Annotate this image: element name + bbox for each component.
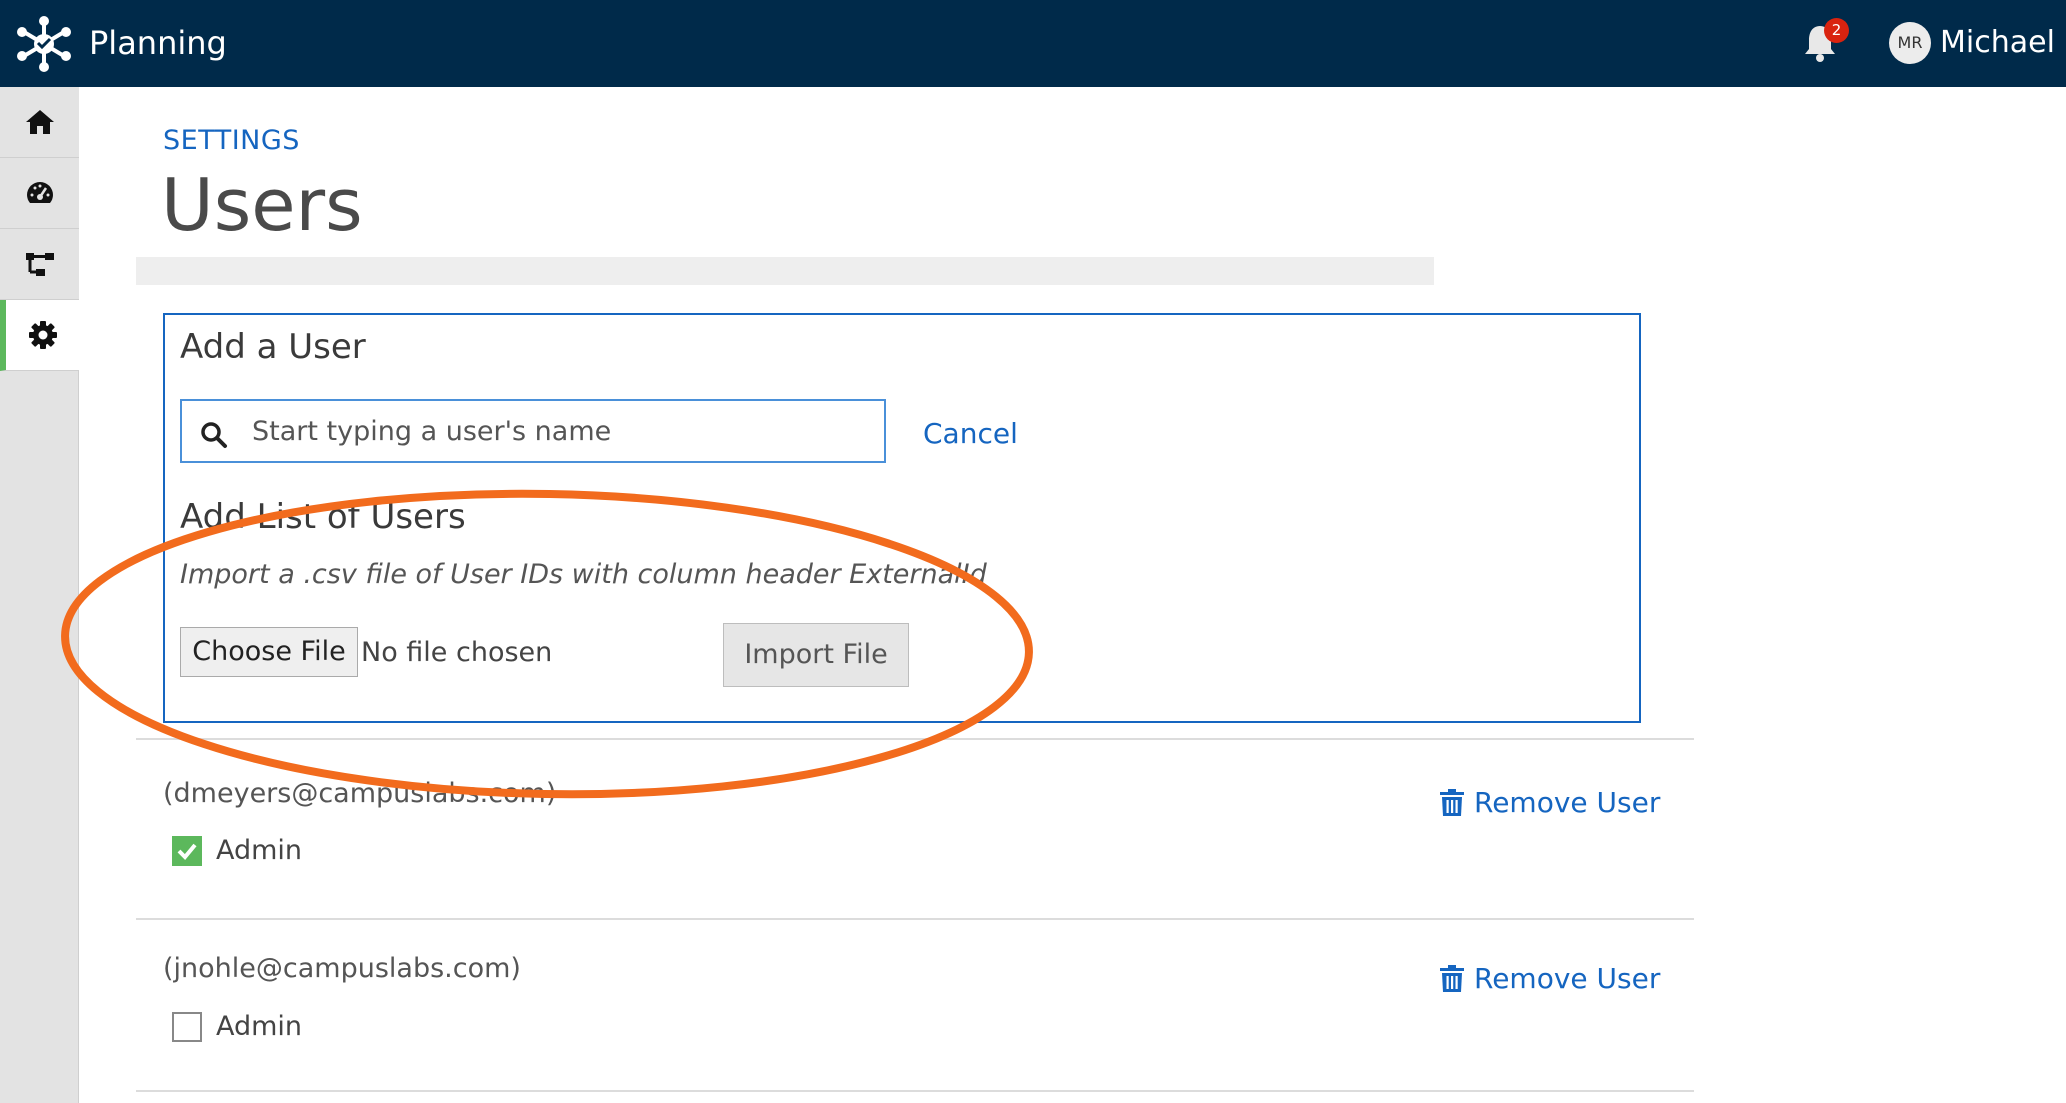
import-helper-text: Import a .csv file of User IDs with colu… bbox=[180, 559, 987, 590]
divider bbox=[136, 1090, 1694, 1092]
user-search-box[interactable] bbox=[180, 399, 886, 463]
top-navigation-bar: Planning 2 MR Michael bbox=[0, 0, 2066, 87]
user-menu-name[interactable]: Michael bbox=[1940, 20, 2055, 66]
app-title[interactable]: Planning bbox=[89, 21, 227, 65]
admin-checkbox[interactable] bbox=[172, 835, 202, 866]
trash-icon bbox=[1440, 788, 1464, 816]
admin-checkbox-row[interactable]: Admin bbox=[172, 835, 302, 866]
divider bbox=[136, 918, 1694, 920]
admin-checkbox[interactable] bbox=[172, 1011, 202, 1042]
file-status-text: No file chosen bbox=[361, 637, 553, 668]
breadcrumb[interactable]: SETTINGS bbox=[163, 125, 300, 156]
add-user-panel: Add a User Cancel Add List of Users Impo… bbox=[163, 313, 1641, 723]
remove-user-button[interactable]: Remove User bbox=[1440, 786, 1660, 819]
choose-file-button[interactable]: Choose File bbox=[180, 627, 358, 677]
remove-user-label: Remove User bbox=[1474, 786, 1661, 819]
dashboard-icon bbox=[26, 182, 53, 203]
import-file-button[interactable]: Import File bbox=[723, 623, 909, 687]
divider bbox=[136, 738, 1694, 740]
sidebar-item-home[interactable] bbox=[0, 87, 79, 158]
hierarchy-icon bbox=[25, 253, 54, 276]
search-icon bbox=[201, 422, 227, 448]
remove-user-label: Remove User bbox=[1474, 962, 1661, 995]
sidebar-item-hierarchy[interactable] bbox=[0, 229, 79, 300]
home-icon bbox=[25, 110, 54, 134]
trash-icon bbox=[1440, 964, 1464, 992]
cancel-link[interactable]: Cancel bbox=[923, 417, 1018, 450]
avatar[interactable]: MR bbox=[1889, 22, 1931, 64]
add-user-heading: Add a User bbox=[180, 327, 366, 367]
user-email: (jnohle@campuslabs.com) bbox=[163, 953, 521, 984]
checkmark-icon bbox=[177, 843, 197, 860]
admin-checkbox-row[interactable]: Admin bbox=[172, 1011, 302, 1042]
sidebar-item-dashboard[interactable] bbox=[0, 158, 79, 229]
app-logo-icon[interactable] bbox=[14, 14, 74, 74]
admin-label: Admin bbox=[216, 1011, 303, 1042]
remove-user-button[interactable]: Remove User bbox=[1440, 962, 1660, 995]
sidebar-item-settings[interactable] bbox=[0, 300, 79, 371]
section-strip bbox=[136, 257, 1434, 285]
sidebar bbox=[0, 87, 79, 1103]
add-list-heading: Add List of Users bbox=[180, 497, 466, 537]
admin-label: Admin bbox=[216, 835, 303, 866]
gear-icon bbox=[28, 321, 57, 349]
notification-count-badge: 2 bbox=[1824, 18, 1849, 43]
page-title: Users bbox=[161, 163, 363, 247]
user-search-input[interactable] bbox=[252, 401, 872, 461]
user-email: (dmeyers@campuslabs.com) bbox=[163, 778, 557, 809]
